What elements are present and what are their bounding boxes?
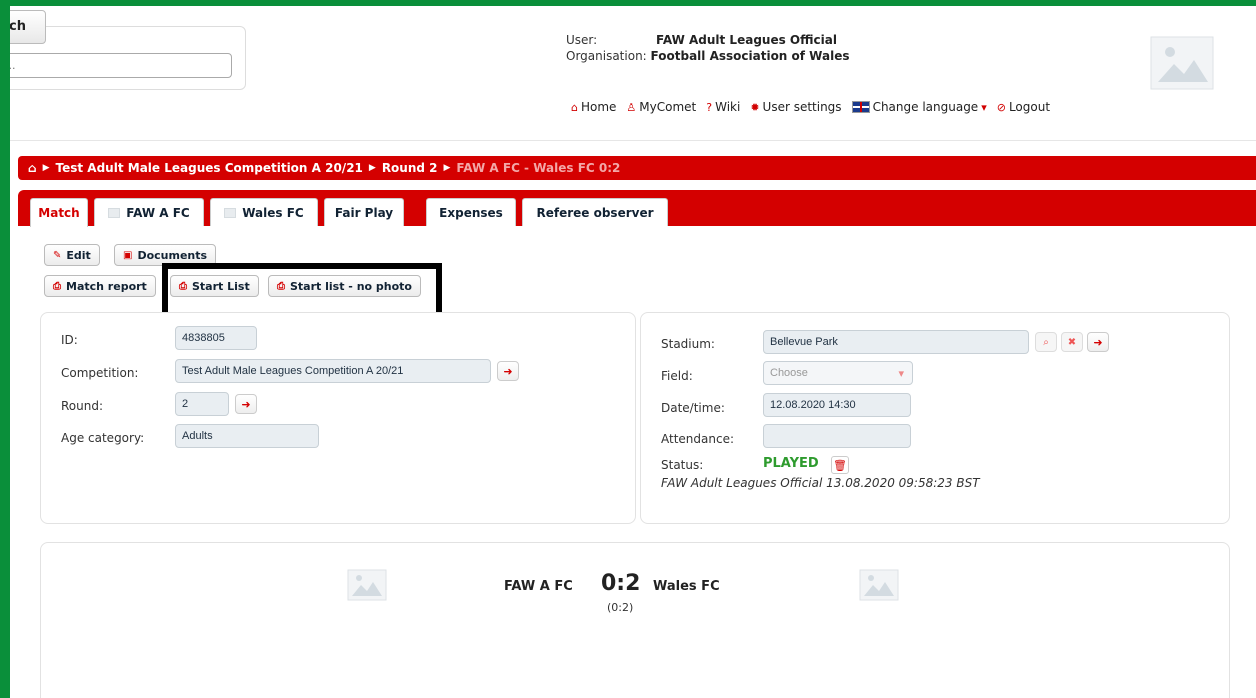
nav-logout[interactable]: ⊘ Logout bbox=[997, 100, 1050, 114]
trash-icon[interactable]: 🗑 bbox=[831, 456, 849, 474]
attendance-field bbox=[763, 424, 911, 448]
tab-expenses[interactable]: Expenses bbox=[426, 198, 516, 226]
field-select[interactable]: Choose ▾ bbox=[763, 361, 913, 385]
tab-home-team[interactable]: FAW A FC bbox=[94, 198, 204, 226]
home-team-logo-placeholder-icon bbox=[347, 569, 387, 601]
team-logo-icon bbox=[108, 207, 121, 218]
tab-away-team-label: Wales FC bbox=[242, 205, 304, 220]
status-note: FAW Adult Leagues Official 13.08.2020 09… bbox=[661, 476, 980, 490]
field-select-placeholder: Choose bbox=[770, 367, 808, 379]
edit-button[interactable]: ✎ Edit bbox=[44, 244, 100, 266]
stadium-goto-button[interactable]: ➜ bbox=[1087, 332, 1109, 352]
nav-mycomet[interactable]: ♙ MyComet bbox=[626, 100, 696, 114]
highlight-annotation-box bbox=[162, 263, 442, 319]
top-navigation: ⌂ Home ♙ MyComet ? Wiki ✹ User settings Chan… bbox=[571, 100, 1050, 114]
team-logo-icon bbox=[224, 207, 237, 218]
search-stadium-button[interactable]: ⌕ bbox=[1035, 332, 1057, 352]
breadcrumb-round[interactable]: Round 2 bbox=[382, 161, 438, 175]
header-divider bbox=[10, 140, 1256, 141]
organisation-label: Organisation: bbox=[566, 49, 647, 63]
caret-down-icon: ▾ bbox=[898, 368, 904, 380]
field-label: Field: bbox=[661, 369, 693, 383]
half-time-score: (0:2) bbox=[607, 601, 634, 614]
match-report-button-label: Match report bbox=[66, 279, 147, 293]
match-score: 0:2 bbox=[601, 571, 641, 596]
attendance-label: Attendance: bbox=[661, 432, 734, 446]
chevron-right-icon: ▶ bbox=[368, 163, 376, 173]
away-team-name: Wales FC bbox=[653, 579, 720, 594]
age-category-label: Age category: bbox=[61, 431, 145, 445]
user-label: User: bbox=[566, 33, 598, 47]
score-panel: FAW A FC 0:2 Wales FC (0:2) bbox=[40, 542, 1230, 698]
datetime-field: 12.08.2020 14:30 bbox=[763, 393, 911, 417]
user-name: FAW Adult Leagues Official bbox=[656, 33, 837, 47]
user-avatar-placeholder-icon bbox=[1150, 36, 1214, 90]
breadcrumb-current: FAW A FC - Wales FC 0:2 bbox=[456, 161, 621, 175]
document-icon: ▣ bbox=[123, 249, 133, 261]
venue-panel: Stadium: Bellevue Park ⌕ ✖ ➜ Field: Choo… bbox=[640, 312, 1230, 524]
documents-button-label: Documents bbox=[137, 248, 208, 262]
home-team-name: FAW A FC bbox=[504, 579, 573, 594]
tab-away-team[interactable]: Wales FC bbox=[210, 198, 318, 226]
nav-mycomet-label: MyComet bbox=[639, 100, 697, 114]
nav-change-language-label: Change language bbox=[872, 100, 979, 114]
edit-button-label: Edit bbox=[66, 248, 91, 262]
chevron-right-icon: ▶ bbox=[42, 163, 50, 173]
round-goto-button[interactable]: ➜ bbox=[235, 394, 257, 414]
id-field: 4838805 bbox=[175, 326, 257, 350]
match-details-panel: ID: 4838805 Competition: Test Adult Male… bbox=[40, 312, 636, 524]
stadium-field: Bellevue Park bbox=[763, 330, 1029, 354]
search-input[interactable] bbox=[10, 53, 232, 78]
chevron-right-icon: ▶ bbox=[443, 163, 451, 173]
tab-match[interactable]: Match bbox=[30, 198, 88, 227]
caret-down-icon: ▾ bbox=[981, 100, 987, 114]
breadcrumb-home-icon[interactable]: ⌂ bbox=[28, 161, 37, 175]
breadcrumb: ⌂ ▶ Test Adult Male Leagues Competition … bbox=[18, 156, 1256, 180]
tab-referee-observer-label: Referee observer bbox=[536, 205, 654, 220]
search-button[interactable]: ch bbox=[10, 10, 46, 44]
match-report-button[interactable]: ⎙ Match report bbox=[44, 275, 156, 297]
datetime-label: Date/time: bbox=[661, 401, 725, 415]
nav-logout-label: Logout bbox=[1008, 100, 1051, 114]
pencil-icon: ✎ bbox=[53, 249, 62, 261]
round-field: 2 bbox=[175, 392, 229, 416]
question-icon: ? bbox=[706, 100, 713, 114]
clear-stadium-button[interactable]: ✖ bbox=[1061, 332, 1083, 352]
nav-user-settings-label: User settings bbox=[762, 100, 842, 114]
round-label: Round: bbox=[61, 399, 104, 413]
gear-icon: ✹ bbox=[750, 100, 760, 114]
breadcrumb-competition[interactable]: Test Adult Male Leagues Competition A 20… bbox=[56, 161, 363, 175]
tab-fair-play-label: Fair Play bbox=[334, 205, 394, 220]
print-icon: ⎙ bbox=[53, 280, 61, 292]
tab-bar: Match FAW A FC Wales FC Fair Play Expens… bbox=[18, 190, 1256, 227]
tab-home-team-label: FAW A FC bbox=[126, 205, 190, 220]
user-info: User: FAW Adult Leagues Official Organisa… bbox=[566, 32, 849, 64]
nav-wiki-label: Wiki bbox=[715, 100, 741, 114]
nav-home-label: Home bbox=[580, 100, 617, 114]
competition-field: Test Adult Male Leagues Competition A 20… bbox=[175, 359, 491, 383]
status-badge: PLAYED bbox=[763, 456, 819, 471]
nav-home[interactable]: ⌂ Home bbox=[571, 100, 616, 114]
competition-label: Competition: bbox=[61, 366, 139, 380]
tab-match-label: Match bbox=[38, 206, 80, 220]
status-label: Status: bbox=[661, 458, 704, 472]
nav-change-language[interactable]: Change language ▾ bbox=[851, 100, 987, 114]
tab-referee-observer[interactable]: Referee observer bbox=[522, 198, 668, 226]
page: ch User: FAW Adult Leagues Official Organ… bbox=[10, 6, 1256, 698]
organisation-name: Football Association of Wales bbox=[650, 49, 850, 63]
logout-icon: ⊘ bbox=[996, 100, 1006, 114]
uk-flag-icon bbox=[851, 101, 870, 113]
user-icon: ♙ bbox=[626, 100, 637, 114]
home-icon: ⌂ bbox=[571, 100, 578, 114]
nav-user-settings[interactable]: ✹ User settings bbox=[750, 100, 841, 114]
id-label: ID: bbox=[61, 333, 78, 347]
stadium-label: Stadium: bbox=[661, 337, 715, 351]
away-team-logo-placeholder-icon bbox=[859, 569, 899, 601]
competition-goto-button[interactable]: ➜ bbox=[497, 361, 519, 381]
tab-expenses-label: Expenses bbox=[439, 205, 503, 220]
age-category-field: Adults bbox=[175, 424, 319, 448]
nav-wiki[interactable]: ? Wiki bbox=[706, 100, 740, 114]
tab-fair-play[interactable]: Fair Play bbox=[324, 198, 404, 226]
